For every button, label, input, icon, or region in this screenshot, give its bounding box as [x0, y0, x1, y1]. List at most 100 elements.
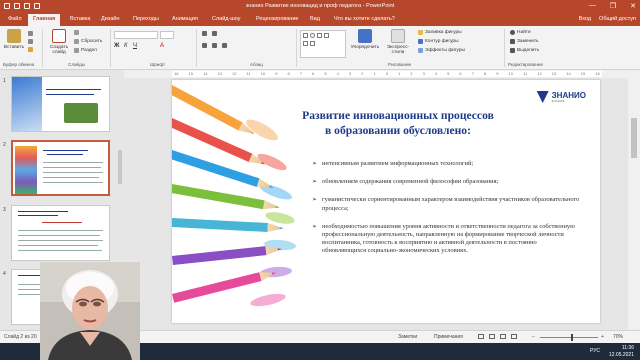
thumbnail-text-line	[18, 211, 68, 213]
copy-icon	[28, 39, 33, 44]
reset-button[interactable]: Сбросить	[74, 39, 102, 44]
sorter-view-icon[interactable]	[489, 334, 495, 339]
slide-body-text[interactable]: ➢ интенсивным развитием информационных т…	[312, 160, 582, 266]
slide-scrollbar[interactable]	[628, 78, 640, 330]
divider	[296, 29, 297, 67]
tab-insert[interactable]: Вставка	[70, 16, 90, 22]
share-button[interactable]: Общий доступ	[599, 16, 636, 22]
bullet-item: ➢ необходимостью повышения уровня активн…	[312, 223, 582, 256]
thumbnail-pencils	[15, 146, 37, 194]
numbering-button[interactable]	[212, 31, 217, 36]
new-slide-button[interactable]: Создать слайд	[46, 29, 72, 59]
system-clock[interactable]: 11:36 12.05.2021	[609, 345, 634, 358]
underline-button[interactable]: Ч	[133, 43, 137, 49]
zoom-out-icon[interactable]: −	[532, 334, 535, 340]
reading-view-icon[interactable]	[500, 334, 506, 339]
bullet-item: ➢ обновлением содержания современной фил…	[312, 178, 582, 186]
zoom-level[interactable]: 70%	[613, 334, 623, 340]
align-right-button[interactable]	[222, 43, 227, 48]
thumbnail-text-line	[18, 245, 98, 247]
cut-button[interactable]	[28, 31, 33, 36]
zoom-slider[interactable]	[540, 337, 598, 338]
font-color-button[interactable]: A	[160, 43, 164, 49]
section-button[interactable]: Раздел	[74, 48, 97, 53]
signin-link[interactable]: Вход	[579, 16, 591, 22]
clipboard-icon	[7, 29, 21, 43]
shapes-gallery[interactable]	[300, 30, 346, 58]
tab-design[interactable]: Дизайн	[101, 16, 120, 22]
ruler-tick-label: 7	[299, 71, 302, 76]
format-painter-button[interactable]	[28, 47, 33, 52]
triangle-shape-icon[interactable]	[303, 41, 308, 46]
tab-home[interactable]: Главная	[28, 14, 61, 26]
thumbnail-number: 1	[3, 78, 6, 84]
ruler-tick-label: 3	[422, 71, 425, 76]
slide-title[interactable]: Развитие инновационных процессов в образ…	[278, 108, 518, 138]
shape-effects-button[interactable]: Эффекты фигуры	[418, 48, 465, 53]
shape-outline-button[interactable]: Контур фигуры	[418, 39, 459, 44]
find-button[interactable]: Найти	[510, 30, 531, 35]
shape-fill-button[interactable]: Заливка фигуры	[418, 30, 462, 35]
title-bar: знанио Развитие инновацид и проф педагог…	[0, 0, 640, 13]
tab-transitions[interactable]: Переходы	[133, 16, 159, 22]
layout-button[interactable]	[74, 30, 79, 35]
input-language[interactable]: РУС	[590, 348, 600, 354]
styles-icon	[391, 29, 405, 43]
quick-styles-button[interactable]: Экспресс-стили	[382, 29, 414, 59]
italic-button[interactable]: К	[124, 43, 128, 49]
ruler-tick-label: 4	[336, 71, 339, 76]
font-name-input[interactable]	[114, 31, 158, 39]
ruler-tick-label: 9	[496, 71, 499, 76]
arrange-button[interactable]: Упорядочить	[350, 29, 380, 59]
tab-animations[interactable]: Анимация	[172, 16, 198, 22]
bullets-button[interactable]	[202, 31, 207, 36]
thumbnail-number: 3	[3, 207, 6, 213]
slideshow-view-icon[interactable]	[511, 334, 517, 339]
arrow-shape-icon[interactable]	[324, 33, 329, 38]
slide-title-line: Развитие инновационных процессов	[302, 109, 494, 122]
copy-button[interactable]	[28, 39, 33, 44]
align-center-button[interactable]	[212, 43, 217, 48]
slide-thumbnail-3[interactable]	[11, 205, 110, 261]
window-controls: — ❐ ✕	[589, 2, 636, 10]
tab-slideshow[interactable]: Слайд-шоу	[212, 16, 241, 22]
ruler-tick-label: 11	[246, 71, 251, 76]
maximize-button[interactable]: ❐	[610, 2, 616, 10]
select-button[interactable]: Выделить	[510, 48, 539, 53]
align-center-icon	[212, 43, 217, 48]
slide-canvas[interactable]: ЗНАНИО ЗНАНИЕ Развитие инновационных про…	[172, 80, 600, 323]
zoom-in-icon[interactable]: +	[601, 334, 604, 340]
thumbnail-number: 2	[3, 142, 6, 148]
tab-review[interactable]: Рецензирование	[256, 16, 298, 22]
rectangle-shape-icon[interactable]	[303, 33, 308, 38]
thumbnail-text-line	[43, 167, 101, 169]
scrollbar-thumb[interactable]	[631, 118, 637, 158]
thumbnails-scrollbar[interactable]	[118, 150, 122, 184]
slide-thumbnail-2[interactable]	[11, 140, 110, 196]
bold-button[interactable]: Ж	[114, 43, 119, 49]
paste-button[interactable]: Вставить	[3, 29, 25, 59]
line-shape-icon[interactable]	[317, 33, 322, 38]
slide-counter: Слайд 2 из 20	[4, 334, 37, 340]
normal-view-icon[interactable]	[478, 334, 484, 339]
ruler-tick-label: 12	[537, 71, 542, 76]
notes-button[interactable]: Заметки	[398, 334, 417, 340]
horizontal-ruler: 16 15 14 13 12 11 10 9 8 7 6 5 4 3 2 1 0 1 2 3 4 5 6 7 8 9 10 11 12 1…	[124, 70, 640, 78]
zoom-slider-handle[interactable]	[571, 334, 573, 341]
close-button[interactable]: ✕	[630, 2, 636, 10]
oval-shape-icon[interactable]	[310, 33, 315, 38]
comments-button[interactable]: Примечания	[434, 334, 463, 340]
ruler-tick-label: 10	[508, 71, 513, 76]
font-size-input[interactable]	[160, 31, 174, 39]
align-left-button[interactable]	[202, 43, 207, 48]
star-shape-icon[interactable]	[310, 41, 315, 46]
ruler-tick-label: 9	[275, 71, 278, 76]
tell-me-search[interactable]: Что вы хотите сделать?	[334, 16, 395, 22]
replace-button[interactable]: Заменить	[510, 39, 539, 44]
slide-thumbnail-1[interactable]	[11, 76, 110, 132]
minimize-button[interactable]: —	[589, 2, 596, 10]
divider	[504, 29, 505, 67]
tab-view[interactable]: Вид	[310, 16, 320, 22]
ruler-tick-label: 5	[324, 71, 327, 76]
tab-file[interactable]: Файл	[8, 16, 22, 22]
